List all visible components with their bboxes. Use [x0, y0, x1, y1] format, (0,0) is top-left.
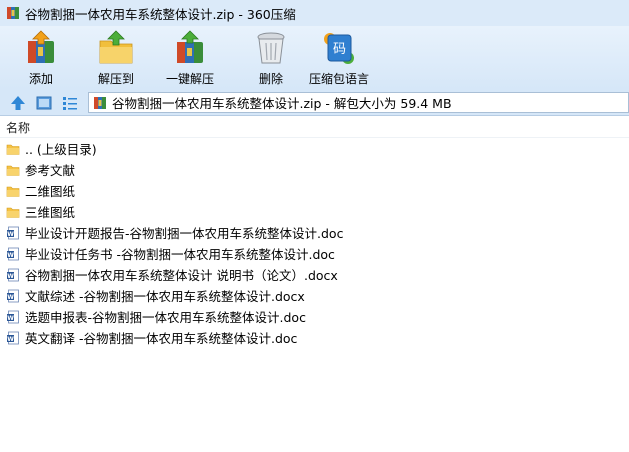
delete-button[interactable]: 删除 — [252, 29, 290, 87]
word-document-icon: W — [7, 247, 19, 260]
file-name: 毕业设计开题报告-谷物割捆一体农用车系统整体设计.doc — [25, 226, 344, 241]
archive-language-button[interactable]: 码 压缩包语言 — [309, 29, 369, 87]
svg-text:W: W — [7, 272, 14, 279]
list-view-icon[interactable] — [62, 95, 78, 111]
word-document-icon: W — [7, 331, 19, 344]
folder-icon — [6, 207, 20, 218]
file-list: 名称 .. (上级目录) 参考文献二维图纸三维图纸 W 毕业设计开题报告-谷物割捆一体… — [0, 117, 629, 452]
svg-text:W: W — [7, 230, 14, 237]
extract-to-button[interactable]: 解压到 — [97, 29, 135, 87]
word-document-icon: W — [7, 289, 19, 302]
toolbar: 添加 解压到 一键解压 删除 码 压缩包语言 — [0, 26, 629, 89]
folder-row[interactable]: 二维图纸 — [0, 180, 629, 201]
folder-icon — [6, 165, 20, 176]
folder-row[interactable]: 参考文献 — [0, 159, 629, 180]
folder-row[interactable]: .. (上级目录) — [0, 138, 629, 159]
delete-label: 删除 — [258, 72, 283, 86]
file-rows: .. (上级目录) 参考文献二维图纸三维图纸 W 毕业设计开题报告-谷物割捆一体农用车… — [0, 138, 629, 348]
file-name: .. (上级目录) — [25, 142, 97, 157]
svg-text:W: W — [7, 251, 14, 258]
trash-icon — [257, 32, 285, 64]
file-row[interactable]: W 选题申报表-谷物割捆一体农用车系统整体设计.doc — [0, 306, 629, 327]
file-name: 选题申报表-谷物割捆一体农用车系统整体设计.doc — [25, 310, 306, 325]
add-label: 添加 — [28, 72, 53, 86]
word-document-icon: W — [7, 226, 19, 239]
file-row[interactable]: W 毕业设计任务书 -谷物割捆一体农用车系统整体设计.doc — [0, 243, 629, 264]
archive-language-icon: 码 — [324, 33, 354, 64]
file-row[interactable]: W 英文翻译 -谷物割捆一体农用车系统整体设计.doc — [0, 327, 629, 348]
svg-text:W: W — [7, 314, 14, 321]
archive-language-label: 压缩包语言 — [309, 72, 370, 86]
title-bar: 谷物割捆一体农用车系统整体设计.zip - 360压缩 — [0, 0, 629, 26]
one-click-extract-label: 一键解压 — [166, 72, 215, 86]
file-row[interactable]: W 谷物割捆一体农用车系统整体设计 说明书（论文）.docx — [0, 264, 629, 285]
zip-file-icon — [94, 96, 106, 109]
address-path: 谷物割捆一体农用车系统整体设计.zip - 解包大小为 59.4 MB — [112, 96, 452, 111]
file-name: 参考文献 — [25, 163, 76, 178]
add-button[interactable]: 添加 — [22, 29, 60, 87]
archive-icon — [7, 7, 19, 19]
file-name: 毕业设计任务书 -谷物割捆一体农用车系统整体设计.doc — [25, 247, 335, 262]
large-icon-view-icon[interactable] — [36, 95, 52, 111]
file-name: 文献综述 -谷物割捆一体农用车系统整体设计.docx — [25, 289, 305, 304]
extract-to-folder-icon — [99, 30, 133, 64]
extract-to-label: 解压到 — [97, 72, 134, 86]
window-title: 谷物割捆一体农用车系统整体设计.zip - 360压缩 — [25, 6, 296, 22]
svg-text:W: W — [7, 293, 14, 300]
svg-text:W: W — [7, 335, 14, 342]
file-row[interactable]: W 毕业设计开题报告-谷物割捆一体农用车系统整体设计.doc — [0, 222, 629, 243]
file-name: 二维图纸 — [25, 184, 76, 199]
folder-icon — [6, 186, 20, 197]
word-document-icon: W — [7, 268, 19, 281]
folder-icon — [6, 144, 20, 155]
file-row[interactable]: W 文献综述 -谷物割捆一体农用车系统整体设计.docx — [0, 285, 629, 306]
file-name: 英文翻译 -谷物割捆一体农用车系统整体设计.doc — [25, 331, 298, 346]
add-archive-icon — [28, 30, 54, 63]
column-header-name[interactable]: 名称 — [0, 117, 629, 138]
address-field[interactable]: 谷物割捆一体农用车系统整体设计.zip - 解包大小为 59.4 MB — [88, 92, 629, 113]
one-click-extract-button[interactable]: 一键解压 — [166, 29, 214, 87]
file-name: 三维图纸 — [25, 205, 76, 220]
up-arrow-icon[interactable] — [10, 95, 26, 111]
language-badge: 码 — [333, 42, 346, 57]
folder-row[interactable]: 三维图纸 — [0, 201, 629, 222]
word-document-icon: W — [7, 310, 19, 323]
file-name: 谷物割捆一体农用车系统整体设计 说明书（论文）.docx — [25, 268, 338, 283]
one-click-extract-icon — [177, 30, 203, 63]
column-header-label: 名称 — [6, 120, 31, 135]
address-bar: 谷物割捆一体农用车系统整体设计.zip - 解包大小为 59.4 MB — [0, 89, 629, 116]
